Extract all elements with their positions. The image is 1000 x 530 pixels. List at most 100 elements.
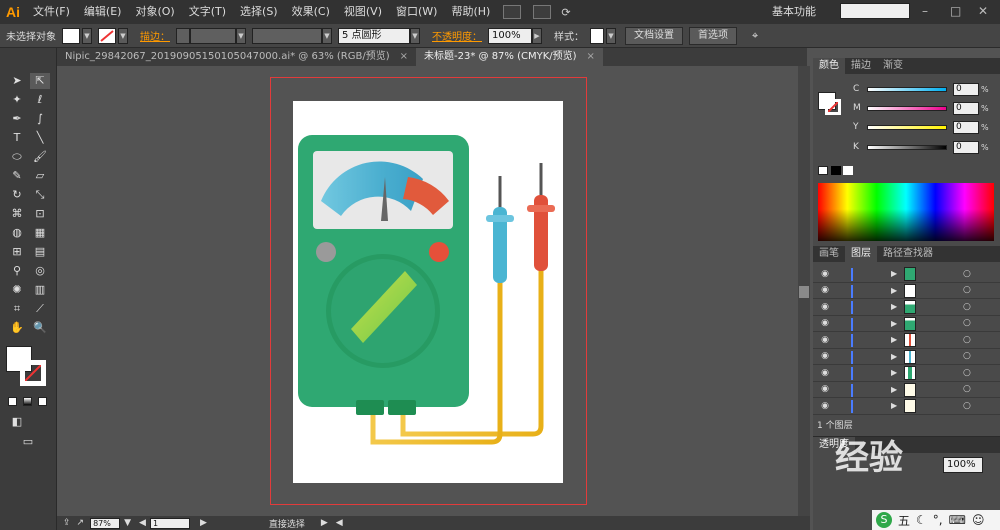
next-artboard-icon[interactable]: ▶: [200, 518, 207, 528]
ime-logo-icon[interactable]: S: [876, 512, 892, 528]
arrange-documents-icon[interactable]: [533, 5, 552, 19]
type-tool-icon[interactable]: T: [7, 130, 27, 146]
stroke-swatch[interactable]: [98, 27, 116, 44]
sync-icon[interactable]: ⟳: [561, 6, 570, 19]
share-icon[interactable]: ↗: [77, 518, 85, 528]
close-tab-icon[interactable]: ×: [587, 48, 595, 66]
document-setup-button[interactable]: 文档设置: [625, 26, 683, 45]
expand-arrow-icon[interactable]: ▶: [891, 368, 897, 377]
magic-wand-tool-icon[interactable]: ✦: [7, 92, 27, 108]
lasso-tool-icon[interactable]: ℓ: [30, 92, 50, 108]
expand-arrow-icon[interactable]: ▶: [891, 335, 897, 344]
stroke-color-box[interactable]: [20, 360, 46, 386]
layer-row[interactable]: ◉ ▶ ○: [813, 349, 1000, 365]
bridge-icon[interactable]: [503, 5, 522, 19]
visibility-eye-icon[interactable]: ◉: [818, 351, 832, 361]
visibility-eye-icon[interactable]: ◉: [818, 269, 832, 279]
artboard-number-input[interactable]: 1: [149, 517, 190, 529]
draw-mode-icon[interactable]: ◧: [7, 414, 27, 430]
black-track[interactable]: [867, 144, 947, 150]
brush-definition[interactable]: 5 点圆形: [338, 27, 410, 44]
visibility-eye-icon[interactable]: ◉: [818, 285, 832, 295]
zoom-tool-icon[interactable]: 🔍: [30, 320, 50, 336]
fill-swatch[interactable]: [62, 27, 80, 44]
pencil-tool-icon[interactable]: ✎: [7, 168, 27, 184]
eyedropper-tool-icon[interactable]: ⚲: [7, 263, 27, 279]
selection-tool-icon[interactable]: ➤: [7, 73, 27, 89]
none-swatch-icon[interactable]: [818, 166, 828, 175]
hand-tool-icon[interactable]: ✋: [7, 320, 27, 336]
layer-row[interactable]: ◉ ▶ ○: [813, 316, 1000, 332]
line-tool-icon[interactable]: ╲: [30, 130, 50, 146]
cyan-input[interactable]: 0: [953, 82, 979, 96]
slider-cyan[interactable]: C 0 %: [853, 82, 989, 96]
menu-file[interactable]: 文件(F): [26, 0, 77, 24]
perspective-grid-tool-icon[interactable]: ▦: [30, 225, 50, 241]
menu-select[interactable]: 选择(S): [233, 0, 285, 24]
zoom-input[interactable]: 87%: [90, 517, 121, 529]
mesh-tool-icon[interactable]: ⊞: [7, 244, 27, 260]
keyboard-icon[interactable]: ⌨: [949, 513, 966, 527]
color-stroke-box[interactable]: [825, 99, 841, 115]
white-swatch[interactable]: [843, 166, 853, 175]
slider-magenta[interactable]: M 0 %: [853, 101, 989, 115]
target-circle-icon[interactable]: ○: [963, 335, 971, 345]
magenta-input[interactable]: 0: [953, 101, 979, 115]
user-icon[interactable]: ☺: [972, 513, 985, 527]
opacity-dropdown[interactable]: ▶: [532, 27, 542, 44]
expand-arrow-icon[interactable]: ▶: [891, 302, 897, 311]
variable-width-profile[interactable]: [252, 27, 322, 44]
stroke-dropdown[interactable]: ▼: [118, 27, 128, 44]
menu-type[interactable]: 文字(T): [182, 0, 233, 24]
target-circle-icon[interactable]: ○: [963, 368, 971, 378]
tab-layers[interactable]: 图层: [845, 246, 877, 262]
slider-yellow[interactable]: Y 0 %: [853, 120, 989, 134]
expand-arrow-icon[interactable]: ▶: [891, 286, 897, 295]
visibility-eye-icon[interactable]: ◉: [818, 401, 832, 411]
target-circle-icon[interactable]: ○: [963, 318, 971, 328]
panel-menu-icon[interactable]: ⌖: [752, 29, 758, 43]
paintbrush-tool-icon[interactable]: 🖌: [30, 149, 50, 165]
first-artboard-icon[interactable]: ◀: [139, 518, 146, 528]
target-circle-icon[interactable]: ○: [963, 285, 971, 295]
yellow-input[interactable]: 0: [953, 120, 979, 134]
tab-document-1[interactable]: Nipic_29842067_20190905150105047000.ai* …: [57, 48, 416, 66]
artboard-tool-icon[interactable]: ⌗: [7, 301, 27, 317]
multimeter-illustration[interactable]: [293, 101, 563, 483]
menu-help[interactable]: 帮助(H): [444, 0, 497, 24]
tab-document-2[interactable]: 未标题-23* @ 87% (CMYK/预览) ×: [416, 48, 603, 66]
minimize-icon[interactable]: –: [922, 4, 928, 18]
eraser-tool-icon[interactable]: ▱: [30, 168, 50, 184]
status-menu-icon[interactable]: ▶: [321, 518, 328, 528]
expand-arrow-icon[interactable]: ▶: [891, 401, 897, 410]
black-input[interactable]: 0: [953, 140, 979, 154]
curvature-tool-icon[interactable]: ∫: [30, 111, 50, 127]
slider-black[interactable]: K 0 %: [853, 140, 989, 154]
tab-color[interactable]: 颜色: [813, 58, 845, 74]
target-circle-icon[interactable]: ○: [963, 351, 971, 361]
black-swatch[interactable]: [831, 166, 841, 175]
opacity-label[interactable]: 不透明度：: [426, 28, 488, 43]
close-window-icon[interactable]: ✕: [978, 4, 988, 18]
ime-mode-label[interactable]: 五: [898, 512, 910, 529]
screen-mode-icon[interactable]: ▭: [18, 434, 38, 450]
slice-tool-icon[interactable]: ⟋: [30, 301, 50, 317]
layer-row[interactable]: ◉ ▶ ○: [813, 382, 1000, 398]
scale-tool-icon[interactable]: ⤡: [30, 187, 50, 203]
scrollbar-thumb[interactable]: [799, 286, 809, 298]
symbol-sprayer-tool-icon[interactable]: ✺: [7, 282, 27, 298]
visibility-eye-icon[interactable]: ◉: [818, 368, 832, 378]
brush-dropdown[interactable]: ▼: [410, 27, 420, 44]
shape-builder-tool-icon[interactable]: ◍: [7, 225, 27, 241]
search-input[interactable]: [840, 3, 910, 19]
moon-icon[interactable]: ☾: [916, 513, 927, 527]
gradient-mode-icon[interactable]: [23, 397, 32, 406]
layer-row[interactable]: ◉ ▶ ○: [813, 283, 1000, 299]
layer-row[interactable]: ◉ ▶ ○: [813, 299, 1000, 316]
direct-selection-tool-icon[interactable]: ⇱: [30, 73, 50, 89]
target-circle-icon[interactable]: ○: [963, 302, 971, 312]
layer-row[interactable]: ◉ ▶ ○: [813, 398, 1000, 415]
preferences-button[interactable]: 首选项: [689, 26, 737, 45]
color-mode-icon[interactable]: [8, 397, 17, 406]
menu-object[interactable]: 对象(O): [128, 0, 181, 24]
